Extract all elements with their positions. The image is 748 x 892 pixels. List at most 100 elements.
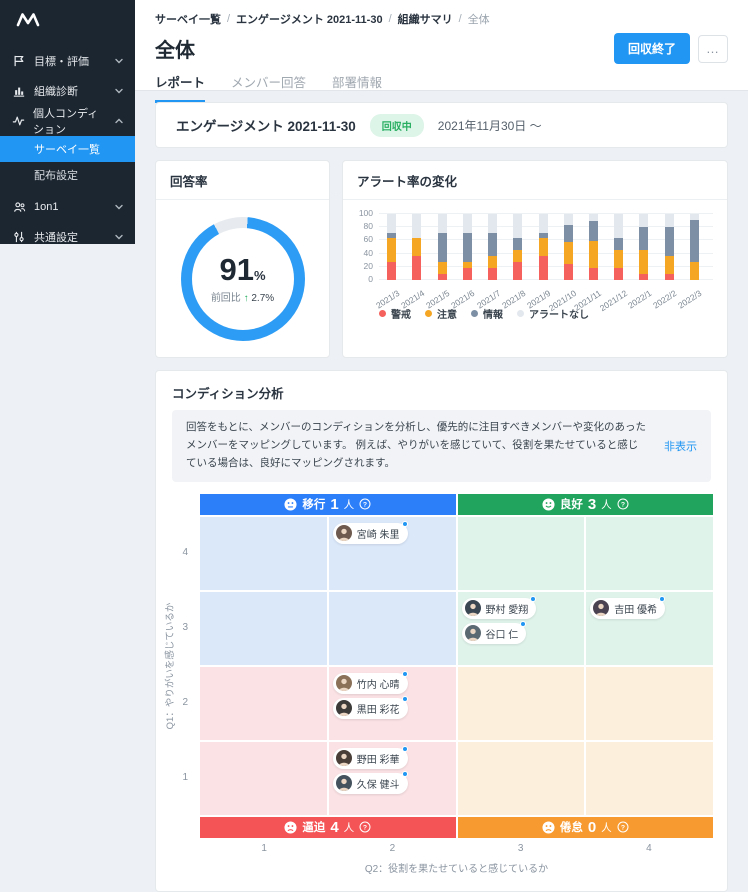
map-cell-r4-c4 <box>586 516 713 590</box>
member-chip[interactable]: 久保 健斗 <box>332 770 408 794</box>
map-x-tick: 3 <box>517 843 524 855</box>
breadcrumb-org-summary[interactable]: 組織サマリ <box>398 11 453 27</box>
chevron-down-icon <box>115 58 123 64</box>
notification-dot <box>530 595 537 602</box>
sidebar-item-common-settings[interactable]: 共通設定 <box>0 222 135 252</box>
legend-item-情報[interactable]: 情報 <box>471 306 503 321</box>
quadrant-label: 良好 <box>559 499 583 512</box>
breadcrumb-separator: / <box>388 13 392 25</box>
svg-text:?: ? <box>621 825 625 832</box>
y-tick-label: 80 <box>363 221 373 232</box>
help-icon[interactable]: ? <box>359 498 371 510</box>
app-logo[interactable] <box>0 8 135 46</box>
y-tick-label: 60 <box>363 234 373 245</box>
bar-column <box>631 214 656 280</box>
map-y-tick: 3 <box>182 622 188 634</box>
bar-column <box>480 214 505 280</box>
bar-segment-アラートなし <box>639 214 649 227</box>
stacked-bar <box>513 214 523 280</box>
map-cell-r4-c1 <box>200 516 327 590</box>
sidebar-item-label: 1on1 <box>34 201 59 213</box>
bar-segment-注意 <box>513 250 523 263</box>
member-chip[interactable]: 谷口 仁 <box>461 620 527 644</box>
response-rate-delta: 前回比 ↑ 2.7% <box>210 293 275 304</box>
map-y-tick: 2 <box>182 697 188 709</box>
y-tick-label: 20 <box>363 260 373 271</box>
breadcrumb-current: 全体 <box>467 14 490 26</box>
avatar <box>464 625 481 642</box>
bar-segment-注意 <box>588 241 598 269</box>
notification-dot <box>401 520 408 527</box>
member-chip[interactable]: 宮崎 朱里 <box>332 520 408 544</box>
bar-segment-注意 <box>387 238 397 263</box>
breadcrumb-engagement[interactable]: エンゲージメント 2021-11-30 <box>236 11 383 27</box>
svg-text:?: ? <box>621 502 625 509</box>
member-name: 宮崎 朱里 <box>356 529 400 541</box>
sidebar: 目標・評価 組織診断 個人コンディション サーベイ一覧 配布設定 1on1 共通… <box>0 0 135 244</box>
bar-segment-情報 <box>664 226 674 257</box>
member-chip[interactable]: 吉田 優希 <box>590 595 666 619</box>
bar-segment-情報 <box>639 226 649 251</box>
bar-segment-情報 <box>462 232 472 263</box>
map-cell-r2-c3 <box>457 666 585 740</box>
bar-segment-アラートなし <box>462 214 472 233</box>
condition-map-y-axis: Q1：やりがいを感じているか 4 3 2 1 <box>160 494 200 879</box>
avatar <box>335 750 352 767</box>
bar-segment-アラートなし <box>538 214 548 233</box>
map-x-tick: 4 <box>646 843 652 855</box>
face-icon <box>284 497 297 511</box>
condition-map: Q1：やりがいを感じているか 4 3 2 1 移行 1 人 ? 良好 3 人 ? 宮崎 朱里 <box>156 493 727 879</box>
legend-dot-icon <box>471 310 478 317</box>
stacked-bar <box>387 214 397 280</box>
help-icon[interactable]: ? <box>359 821 371 833</box>
map-cell-r2-c4 <box>586 666 713 740</box>
member-chip[interactable]: 黒田 彩花 <box>332 695 408 719</box>
help-icon[interactable]: ? <box>617 498 629 510</box>
sidebar-item-1on1[interactable]: 1on1 <box>0 192 135 222</box>
sidebar-item-label: 共通設定 <box>34 232 78 244</box>
sidebar-item-survey-list[interactable]: サーベイ一覧 <box>0 136 135 162</box>
survey-period: 2021年11月30日 ～ <box>437 118 542 133</box>
sidebar-item-org-diagnosis[interactable]: 組織診断 <box>0 76 135 106</box>
sidebar-item-goals[interactable]: 目標・評価 <box>0 46 135 76</box>
map-cell-r4-c2: 宮崎 朱里 <box>328 516 456 590</box>
alert-rate-title: アラート率の変化 <box>343 161 727 200</box>
bar-segment-警戒 <box>488 268 498 280</box>
pulse-icon <box>12 115 25 127</box>
member-chip[interactable]: 野村 愛翔 <box>461 595 537 619</box>
bar-column <box>556 214 581 280</box>
bar-column <box>505 214 530 280</box>
member-name: 野田 彩華 <box>356 754 400 766</box>
bar-segment-警戒 <box>614 268 624 280</box>
hide-link[interactable]: 非表示 <box>664 438 697 454</box>
breadcrumb-survey-list[interactable]: サーベイ一覧 <box>155 11 221 27</box>
map-y-tick: 1 <box>182 772 188 784</box>
sidebar-item-personal-condition[interactable]: 個人コンディション <box>0 106 135 136</box>
bar-segment-警戒 <box>563 263 573 280</box>
quadrant-count: 0 <box>587 818 597 836</box>
condition-map-top-headers: 移行 1 人 ? 良好 3 人 ? <box>200 493 713 515</box>
quadrant-label: 移行 <box>302 499 326 512</box>
sidebar-item-distribution-settings[interactable]: 配布設定 <box>0 162 135 188</box>
map-cell-r1-c4 <box>586 741 713 815</box>
bar-segment-警戒 <box>538 256 548 280</box>
legend-dot-icon <box>425 310 432 317</box>
y-axis-label: Q1：やりがいを感じているか <box>165 602 176 729</box>
member-name: 竹内 心晴 <box>356 679 400 691</box>
bar-segment-警戒 <box>588 268 598 280</box>
end-collection-button[interactable]: 回収終了 <box>613 33 690 64</box>
member-name: 野村 愛翔 <box>485 604 529 616</box>
stacked-bar <box>437 214 447 280</box>
help-icon[interactable]: ? <box>617 821 629 833</box>
stacked-bar <box>488 214 498 280</box>
quadrant-unit: 人 <box>601 821 612 834</box>
bar-segment-注意 <box>412 238 422 257</box>
sidebar-item-label: 個人コンディション <box>33 108 99 136</box>
member-chip[interactable]: 野田 彩華 <box>332 745 408 769</box>
bar-segment-アラートなし <box>412 214 422 239</box>
bar-column <box>379 214 404 280</box>
svg-text:?: ? <box>363 502 367 509</box>
member-chip[interactable]: 竹内 心晴 <box>332 670 408 694</box>
more-options-button[interactable]: … <box>698 34 728 63</box>
people-icon <box>12 201 26 213</box>
